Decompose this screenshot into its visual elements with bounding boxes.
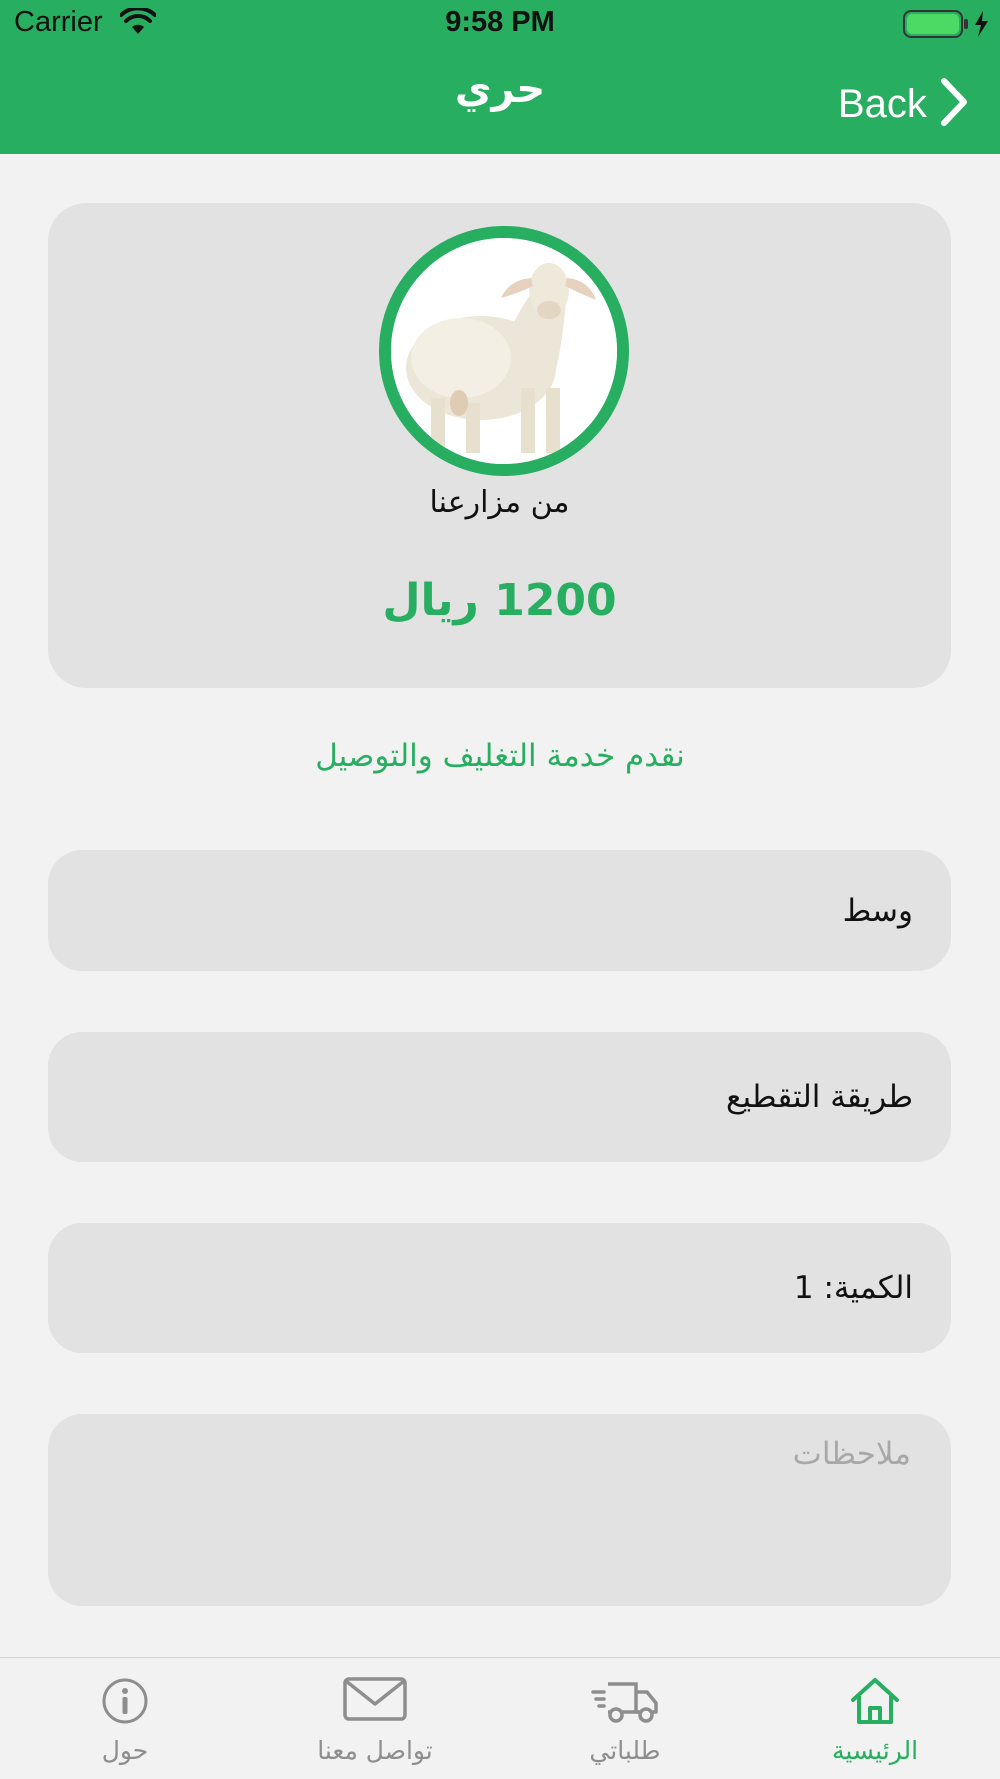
back-label: Back	[838, 81, 927, 126]
tab-contact-label: تواصل معنا	[317, 1736, 433, 1765]
tab-orders-label: طلباتي	[589, 1736, 661, 1765]
tab-home[interactable]: الرئيسية	[750, 1658, 1000, 1779]
tab-about[interactable]: حول	[0, 1658, 250, 1779]
notes-field[interactable]	[48, 1414, 951, 1606]
notes-input[interactable]	[86, 1434, 913, 1588]
service-note: نقدم خدمة التغليف والتوصيل	[315, 738, 685, 774]
status-bar: Carrier 9:58 PM	[0, 0, 1000, 50]
size-value: وسط	[842, 892, 913, 929]
product-card: من مزارعنا 1200 ريال	[48, 203, 951, 688]
tab-contact[interactable]: تواصل معنا	[250, 1658, 500, 1779]
cut-method-select[interactable]: طريقة التقطيع	[48, 1032, 951, 1162]
battery-icon	[903, 9, 993, 43]
cut-method-value: طريقة التقطيع	[726, 1079, 913, 1115]
home-icon	[750, 1676, 1000, 1726]
size-select[interactable]: وسط	[48, 850, 951, 971]
truck-icon	[500, 1676, 750, 1726]
tab-about-label: حول	[101, 1736, 149, 1765]
tab-orders[interactable]: طلباتي	[500, 1658, 750, 1779]
tab-home-label: الرئيسية	[831, 1736, 919, 1765]
info-icon	[0, 1676, 250, 1726]
product-source: من مزارعنا	[429, 485, 570, 520]
sheep-image	[379, 226, 629, 476]
mail-icon	[250, 1676, 500, 1722]
tab-bar: الرئيسية طلباتي تواصل معنا حول	[0, 1657, 1000, 1779]
quantity-field[interactable]: الكمية: 1	[48, 1223, 951, 1353]
quantity-value: الكمية: 1	[793, 1270, 913, 1306]
back-button[interactable]: Back	[838, 76, 969, 132]
status-time: 9:58 PM	[445, 6, 555, 38]
navigation-header: Carrier 9:58 PM حري Back	[0, 0, 1000, 154]
chevron-right-icon	[939, 77, 969, 131]
product-price: 1200 ريال	[382, 575, 617, 626]
